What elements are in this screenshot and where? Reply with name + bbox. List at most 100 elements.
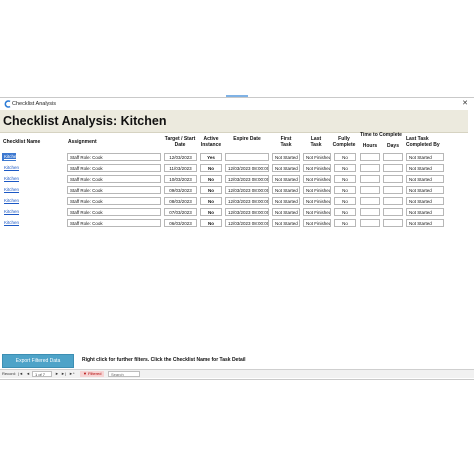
hours-cell bbox=[360, 175, 380, 183]
active-instance-cell: No bbox=[200, 175, 222, 183]
first-task-cell: Not Started bbox=[272, 153, 300, 161]
window-title: Checklist Analysis bbox=[12, 101, 57, 107]
col-header-time-to-complete: Time to Complete bbox=[360, 132, 402, 138]
start-date-cell: 09/03/2023 bbox=[164, 186, 197, 194]
table-row: Kitchen Staff Role: Cook 10/03/2023 No 1… bbox=[0, 175, 474, 185]
col-header-last-task-completed-by: Last Task Completed By bbox=[406, 136, 440, 148]
new-record-icon[interactable]: ►* bbox=[69, 370, 75, 378]
close-icon[interactable]: ✕ bbox=[460, 99, 470, 109]
checklist-name-link[interactable]: Kitchen bbox=[2, 164, 32, 172]
completed-by-cell: Not Started bbox=[406, 197, 444, 205]
filter-hint-text: Right click for further filters. Click t… bbox=[82, 357, 246, 363]
hours-cell bbox=[360, 208, 380, 216]
checklist-name-link[interactable]: Kitchen bbox=[2, 197, 32, 205]
first-task-cell: Not Started bbox=[272, 208, 300, 216]
filtered-label: Filtered bbox=[88, 371, 102, 376]
next-record-icon[interactable]: ► bbox=[55, 370, 59, 378]
col-header-active-instance: Active Instance bbox=[200, 136, 222, 148]
col-header-fully-complete: Fully Complete bbox=[332, 136, 356, 148]
assignment-cell: Staff Role: Cook bbox=[67, 153, 161, 161]
assignment-cell: Staff Role: Cook bbox=[67, 175, 161, 183]
page-title: Checklist Analysis: Kitchen bbox=[3, 114, 167, 128]
start-date-cell: 12/03/2023 bbox=[164, 153, 197, 161]
days-cell bbox=[383, 164, 403, 172]
days-cell bbox=[383, 153, 403, 161]
last-task-cell: Not Finished bbox=[303, 197, 331, 205]
active-instance-cell: No bbox=[200, 197, 222, 205]
expire-date-cell: 12/03/2023 08:00:00 bbox=[225, 219, 269, 227]
first-task-cell: Not Started bbox=[272, 164, 300, 172]
days-cell bbox=[383, 175, 403, 183]
completed-by-cell: Not Started bbox=[406, 219, 444, 227]
start-date-cell: 11/03/2023 bbox=[164, 164, 197, 172]
filter-icon: ▼ bbox=[83, 371, 87, 376]
active-instance-cell: No bbox=[200, 164, 222, 172]
col-header-days: Days bbox=[387, 143, 399, 149]
table-row: Kitchen Staff Role: Cook 06/03/2023 No 1… bbox=[0, 219, 474, 229]
expire-date-cell bbox=[225, 153, 269, 161]
expire-date-cell: 12/03/2023 08:00:00 bbox=[225, 175, 269, 183]
days-cell bbox=[383, 197, 403, 205]
table-row: Kitchen Staff Role: Cook 08/03/2023 No 1… bbox=[0, 197, 474, 207]
last-task-cell: Not Finished bbox=[303, 186, 331, 194]
assignment-cell: Staff Role: Cook bbox=[67, 219, 161, 227]
active-instance-cell: No bbox=[200, 208, 222, 216]
checklist-name-link[interactable]: Kitchen bbox=[2, 153, 16, 161]
col-header-assignment: Assignment bbox=[68, 139, 97, 145]
completed-by-cell: Not Started bbox=[406, 208, 444, 216]
table-row: Kitchen Staff Role: Cook 09/03/2023 No 1… bbox=[0, 186, 474, 196]
form-header: Checklist Analysis: Kitchen bbox=[0, 110, 468, 133]
first-task-cell: Not Started bbox=[272, 186, 300, 194]
fully-complete-cell: No bbox=[334, 186, 356, 194]
fully-complete-cell: No bbox=[334, 175, 356, 183]
assignment-cell: Staff Role: Cook bbox=[67, 208, 161, 216]
last-task-cell: Not Finished bbox=[303, 208, 331, 216]
last-task-cell: Not Finished bbox=[303, 153, 331, 161]
first-task-cell: Not Started bbox=[272, 197, 300, 205]
export-filtered-data-button[interactable]: Export Filtered Data bbox=[2, 354, 74, 368]
active-instance-cell: No bbox=[200, 186, 222, 194]
fully-complete-cell: No bbox=[334, 208, 356, 216]
checklist-name-link[interactable]: Kitchen bbox=[2, 219, 32, 227]
assignment-cell: Staff Role: Cook bbox=[67, 186, 161, 194]
filtered-toggle[interactable]: ▼ Filtered bbox=[80, 371, 105, 377]
days-cell bbox=[383, 186, 403, 194]
last-task-cell: Not Finished bbox=[303, 219, 331, 227]
start-date-cell: 06/03/2023 bbox=[164, 219, 197, 227]
active-instance-cell: No bbox=[200, 219, 222, 227]
col-header-hours: Hours bbox=[362, 143, 378, 149]
fully-complete-cell: No bbox=[334, 164, 356, 172]
col-header-last-task: Last Task bbox=[310, 136, 322, 148]
record-navigation-bar: Record: |◄ ◄ 1 of 7 ► ►| ►* ▼ Filtered S… bbox=[0, 369, 474, 378]
start-date-cell: 07/03/2023 bbox=[164, 208, 197, 216]
previous-record-icon[interactable]: ◄ bbox=[26, 370, 30, 378]
assignment-cell: Staff Role: Cook bbox=[67, 164, 161, 172]
hours-cell bbox=[360, 186, 380, 194]
hours-cell bbox=[360, 219, 380, 227]
last-record-icon[interactable]: ►| bbox=[61, 370, 66, 378]
hours-cell bbox=[360, 153, 380, 161]
checklist-name-link[interactable]: Kitchen bbox=[2, 208, 32, 216]
col-header-target-start-date: Target / Start Date bbox=[164, 136, 196, 148]
expire-date-cell: 12/03/2023 08:00:00 bbox=[225, 197, 269, 205]
start-date-cell: 08/03/2023 bbox=[164, 197, 197, 205]
hours-cell bbox=[360, 164, 380, 172]
record-label: Record: bbox=[2, 371, 17, 376]
expire-date-cell: 12/03/2023 08:00:00 bbox=[225, 208, 269, 216]
days-cell bbox=[383, 219, 403, 227]
checklist-name-link[interactable]: Kitchen bbox=[2, 186, 32, 194]
access-app-icon bbox=[4, 100, 11, 108]
table-row: Kitchen Staff Role: Cook 12/03/2023 Yes … bbox=[0, 153, 474, 163]
fully-complete-cell: No bbox=[334, 153, 356, 161]
last-task-cell: Not Finished bbox=[303, 175, 331, 183]
first-record-icon[interactable]: |◄ bbox=[18, 370, 23, 378]
start-date-cell: 10/03/2023 bbox=[164, 175, 197, 183]
fully-complete-cell: No bbox=[334, 197, 356, 205]
checklist-name-link[interactable]: Kitchen bbox=[2, 175, 32, 183]
first-task-cell: Not Started bbox=[272, 219, 300, 227]
fully-complete-cell: No bbox=[334, 219, 356, 227]
window-titlebar: Checklist Analysis ✕ bbox=[0, 98, 474, 110]
record-position-field[interactable]: 1 of 7 bbox=[32, 371, 52, 377]
days-cell bbox=[383, 208, 403, 216]
search-input[interactable]: Search bbox=[108, 371, 140, 377]
